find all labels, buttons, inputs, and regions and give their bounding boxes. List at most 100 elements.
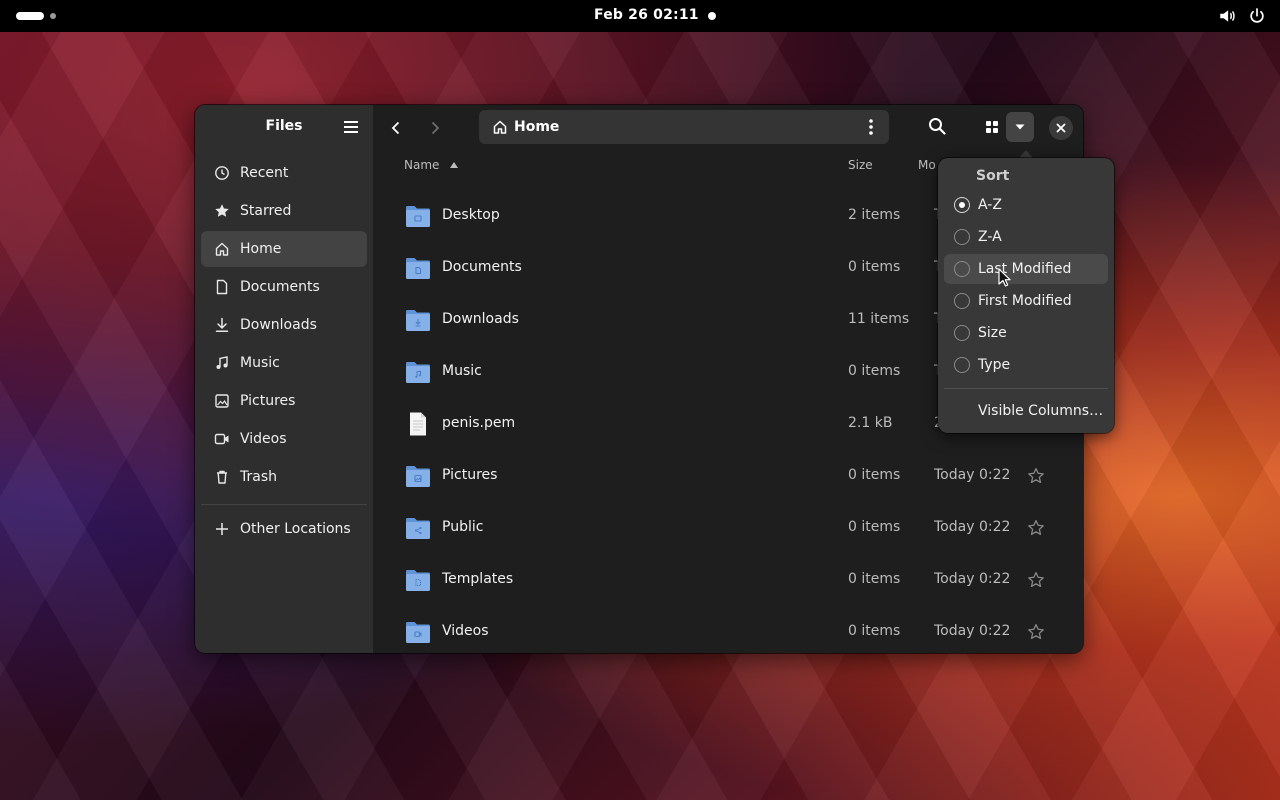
forward-button[interactable] <box>423 116 447 140</box>
sidebar-item-label: Pictures <box>240 393 296 409</box>
sort-option-label: First Modified <box>978 293 1072 309</box>
sidebar-item-label: Trash <box>240 469 277 485</box>
sidebar-item-trash[interactable]: Trash <box>201 459 367 495</box>
radio-checked <box>954 197 970 213</box>
other-locations-section: Other Locations <box>201 511 367 549</box>
sidebar-item-label: Starred <box>240 203 292 219</box>
file-modified: Today 0:22 <box>934 519 1011 535</box>
sort-ascending-icon <box>450 162 459 168</box>
folder-icon <box>406 570 430 591</box>
file-modified: Today 0:22 <box>934 467 1011 483</box>
home-icon <box>214 241 230 257</box>
text-file-icon <box>410 412 426 436</box>
grid-view-button[interactable] <box>978 112 1006 142</box>
star-outline-icon[interactable] <box>1027 571 1045 589</box>
sidebar-item-recent[interactable]: Recent <box>201 155 367 191</box>
sidebar-item-downloads[interactable]: Downloads <box>201 307 367 343</box>
file-row-pictures[interactable]: Pictures 0 items Today 0:22 <box>373 451 1083 503</box>
sidebar-item-music[interactable]: Music <box>201 345 367 381</box>
sort-option-type[interactable]: Type <box>944 350 1108 380</box>
folder-icon <box>406 466 430 487</box>
sidebar-item-videos[interactable]: Videos <box>201 421 367 457</box>
close-window-button[interactable] <box>1049 116 1073 140</box>
download-icon <box>214 317 230 333</box>
folder-icon <box>406 258 430 279</box>
file-row-videos[interactable]: Videos 0 items Today 0:22 <box>373 607 1083 653</box>
activities-indicator[interactable] <box>16 12 56 20</box>
sidebar-header: Files <box>195 105 373 149</box>
sort-popover-title: Sort <box>976 168 1010 184</box>
file-row-templates[interactable]: Templates 0 items Today 0:22 <box>373 555 1083 607</box>
sort-option-label: Last Modified <box>978 261 1072 277</box>
sort-option-size[interactable]: Size <box>944 318 1108 348</box>
workspace-active-indicator <box>16 12 44 20</box>
system-menu[interactable] <box>1218 7 1266 25</box>
column-header-name[interactable]: Name <box>404 158 459 172</box>
home-icon <box>492 119 508 135</box>
sidebar-item-label: Other Locations <box>240 521 351 537</box>
clock[interactable]: Feb 26 02:11 <box>594 7 699 23</box>
folder-icon <box>406 206 430 227</box>
sidebar-item-starred[interactable]: Starred <box>201 193 367 229</box>
search-button[interactable] <box>927 116 951 140</box>
star-outline-icon[interactable] <box>1027 467 1045 485</box>
file-size: 0 items <box>848 571 901 587</box>
sidebar-item-pictures[interactable]: Pictures <box>201 383 367 419</box>
file-row-public[interactable]: Public 0 items Today 0:22 <box>373 503 1083 555</box>
search-icon <box>929 118 946 135</box>
view-options-dropdown[interactable] <box>1006 112 1034 142</box>
sidebar-item-home[interactable]: Home <box>201 231 367 267</box>
video-icon <box>214 431 230 447</box>
kebab-menu-icon <box>869 119 873 135</box>
column-header-modified[interactable]: Mo <box>918 158 936 172</box>
sort-option-first-modified[interactable]: First Modified <box>944 286 1108 316</box>
file-name: Public <box>442 519 484 535</box>
document-icon <box>214 279 230 295</box>
notification-dot <box>708 12 716 20</box>
sort-option-a-z[interactable]: A-Z <box>944 190 1108 220</box>
sidebar-item-other-locations[interactable]: Other Locations <box>201 511 367 547</box>
sidebar-item-label: Music <box>240 355 280 371</box>
file-name: penis.pem <box>442 415 516 431</box>
path-segment-home[interactable]: Home <box>514 119 559 135</box>
back-button[interactable] <box>384 116 408 140</box>
file-size: 2 items <box>848 207 901 223</box>
places-list: Recent Starred Home Documents Downloads … <box>201 155 367 497</box>
file-name: Templates <box>442 571 514 587</box>
close-icon <box>1056 123 1066 133</box>
file-size: 0 items <box>848 363 901 379</box>
radio-unchecked <box>954 357 970 373</box>
hamburger-icon <box>344 121 358 133</box>
sort-options: A-Z Z-A Last Modified First Modified Siz… <box>944 190 1108 382</box>
file-modified: Today 0:22 <box>934 623 1011 639</box>
visible-columns-button[interactable]: Visible Columns… <box>944 396 1108 426</box>
main-menu-button[interactable] <box>341 117 361 137</box>
file-name: Desktop <box>442 207 500 223</box>
sort-option-label: Type <box>978 357 1011 373</box>
grid-icon <box>986 121 998 133</box>
chevron-left-icon <box>391 121 400 135</box>
sort-option-last-modified[interactable]: Last Modified <box>944 254 1108 284</box>
volume-icon[interactable] <box>1218 7 1236 25</box>
power-icon[interactable] <box>1248 7 1266 25</box>
radio-unchecked <box>954 293 970 309</box>
radio-unchecked <box>954 229 970 245</box>
clock-icon <box>214 165 230 181</box>
plus-icon <box>214 521 230 537</box>
star-outline-icon[interactable] <box>1027 519 1045 537</box>
path-bar[interactable]: Home <box>479 110 889 144</box>
sort-option-z-a[interactable]: Z-A <box>944 222 1108 252</box>
folder-icon <box>406 622 430 643</box>
folder-icon <box>406 518 430 539</box>
workspace-dot <box>50 13 56 19</box>
folder-icon <box>406 310 430 331</box>
mouse-cursor-icon <box>998 268 1011 287</box>
file-size: 0 items <box>848 519 901 535</box>
column-header-size[interactable]: Size <box>848 158 873 172</box>
sidebar-item-documents[interactable]: Documents <box>201 269 367 305</box>
file-name: Music <box>442 363 482 379</box>
path-menu-button[interactable] <box>861 117 881 137</box>
chevron-right-icon <box>431 121 440 135</box>
star-outline-icon[interactable] <box>1027 623 1045 641</box>
radio-unchecked <box>954 325 970 341</box>
